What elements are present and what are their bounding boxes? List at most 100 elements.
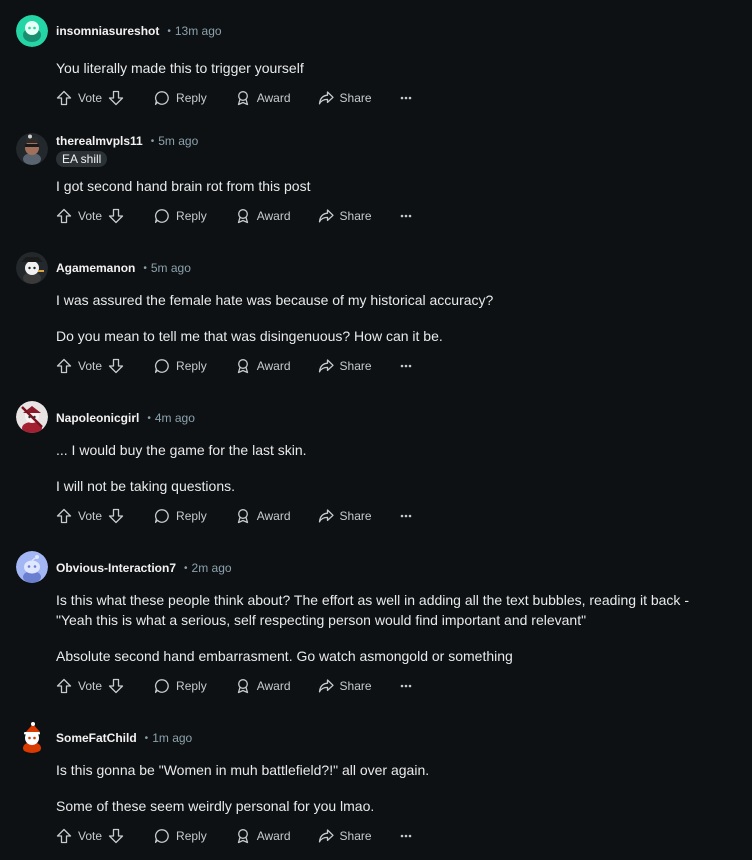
timestamp[interactable]: 2m ago (192, 561, 232, 575)
timestamp[interactable]: 4m ago (155, 411, 195, 425)
share-icon (318, 679, 334, 693)
share-button[interactable]: Share (318, 86, 372, 110)
comment-paragraph: I got second hand brain rot from this po… (56, 178, 311, 194)
award-label: Award (256, 209, 291, 223)
comment-meta: insomniasureshot • 13m ago (56, 21, 222, 41)
username[interactable]: SomeFatChild (56, 731, 137, 745)
vote-label: Vote (78, 91, 103, 105)
comment-bubble-icon (154, 679, 169, 694)
comment-body: ... I would buy the game for the last sk… (56, 440, 716, 512)
upvote-icon[interactable] (56, 86, 72, 110)
username[interactable]: therealmvpls11 (56, 134, 143, 148)
upvote-icon[interactable] (56, 204, 72, 228)
timestamp[interactable]: 13m ago (175, 24, 222, 38)
user-avatar[interactable] (16, 15, 48, 47)
reply-button[interactable]: Reply (154, 204, 207, 228)
award-button[interactable]: Award (235, 674, 291, 698)
comment-actions: Vote Reply Award Share (56, 86, 412, 110)
downvote-icon[interactable] (108, 86, 124, 110)
comment-paragraph: Absolute second hand embarrasment. Go wa… (56, 648, 513, 664)
share-label: Share (339, 829, 372, 843)
share-label: Share (339, 679, 372, 693)
more-options-icon[interactable] (400, 824, 412, 848)
comment-body: Is this what these people think about? T… (56, 590, 716, 682)
share-icon (318, 829, 334, 843)
username[interactable]: Agamemanon (56, 261, 135, 275)
downvote-icon[interactable] (108, 674, 124, 698)
timestamp[interactable]: 5m ago (151, 261, 191, 275)
comment-actions: Vote Reply Award Share (56, 674, 412, 698)
separator-dot: • (143, 262, 147, 274)
award-button[interactable]: Award (235, 504, 291, 528)
user-avatar[interactable] (16, 721, 48, 753)
share-button[interactable]: Share (318, 824, 372, 848)
more-options-icon[interactable] (400, 504, 412, 528)
share-button[interactable]: Share (318, 504, 372, 528)
award-icon (237, 509, 248, 524)
username[interactable]: Napoleonicgirl (56, 411, 139, 425)
share-button[interactable]: Share (318, 674, 372, 698)
user-avatar[interactable] (16, 252, 48, 284)
reply-button[interactable]: Reply (154, 504, 207, 528)
award-button[interactable]: Award (235, 86, 291, 110)
share-button[interactable]: Share (318, 354, 372, 378)
vote-label: Vote (78, 359, 103, 373)
comment-meta: SomeFatChild • 1m ago (56, 728, 192, 748)
more-options-icon[interactable] (400, 354, 412, 378)
reply-label: Reply (176, 209, 207, 223)
share-icon (318, 359, 334, 373)
vote-label: Vote (78, 509, 103, 523)
comment-actions: Vote Reply Award Share (56, 204, 412, 228)
award-button[interactable]: Award (235, 204, 291, 228)
award-label: Award (256, 509, 291, 523)
separator-dot: • (167, 25, 171, 37)
downvote-icon[interactable] (108, 824, 124, 848)
award-icon (237, 91, 248, 106)
reply-button[interactable]: Reply (154, 354, 207, 378)
comment-actions: Vote Reply Award Share (56, 824, 412, 848)
award-button[interactable]: Award (235, 824, 291, 848)
separator-dot: • (150, 135, 155, 147)
separator-dot: • (144, 732, 149, 744)
user-avatar[interactable] (16, 551, 48, 583)
comment-paragraph: Some of these seem weirdly personal for … (56, 798, 375, 814)
upvote-icon[interactable] (56, 504, 72, 528)
reply-button[interactable]: Reply (154, 86, 207, 110)
user-avatar[interactable] (16, 133, 48, 165)
comment-paragraph: I was assured the female hate was becaus… (56, 292, 494, 308)
upvote-icon[interactable] (56, 824, 72, 848)
award-button[interactable]: Award (235, 354, 291, 378)
separator-dot: • (147, 412, 151, 424)
comment-paragraph: ... I would buy the game for the last sk… (56, 442, 307, 458)
comment-meta: therealmvpls11 • 5m ago (56, 131, 198, 151)
more-options-icon[interactable] (400, 204, 412, 228)
timestamp[interactable]: 1m ago (152, 731, 192, 745)
upvote-icon[interactable] (56, 354, 72, 378)
vote-label: Vote (78, 829, 103, 843)
award-label: Award (256, 679, 291, 693)
upvote-icon[interactable] (56, 674, 72, 698)
more-options-icon[interactable] (400, 674, 412, 698)
more-options-icon[interactable] (400, 86, 412, 110)
comment-paragraph: Do you mean to tell me that was disingen… (56, 328, 443, 344)
downvote-icon[interactable] (108, 504, 124, 528)
reply-button[interactable]: Reply (154, 674, 207, 698)
comment-bubble-icon (154, 91, 169, 106)
separator-dot: • (184, 562, 188, 574)
share-button[interactable]: Share (318, 204, 372, 228)
award-icon (237, 209, 248, 224)
downvote-icon[interactable] (108, 354, 124, 378)
reply-button[interactable]: Reply (154, 824, 207, 848)
username[interactable]: Obvious-Interaction7 (56, 561, 176, 575)
downvote-icon[interactable] (108, 204, 124, 228)
comment-paragraph: I will not be taking questions. (56, 478, 235, 494)
share-icon (318, 91, 334, 105)
timestamp[interactable]: 5m ago (158, 134, 198, 148)
comment-actions: Vote Reply Award Share (56, 504, 412, 528)
share-icon (318, 209, 334, 223)
username[interactable]: insomniasureshot (56, 24, 159, 38)
comment-bubble-icon (154, 209, 169, 224)
user-avatar[interactable] (16, 401, 48, 433)
comment-paragraph: Is this gonna be "Women in muh battlefie… (56, 762, 430, 778)
reply-label: Reply (176, 509, 207, 523)
